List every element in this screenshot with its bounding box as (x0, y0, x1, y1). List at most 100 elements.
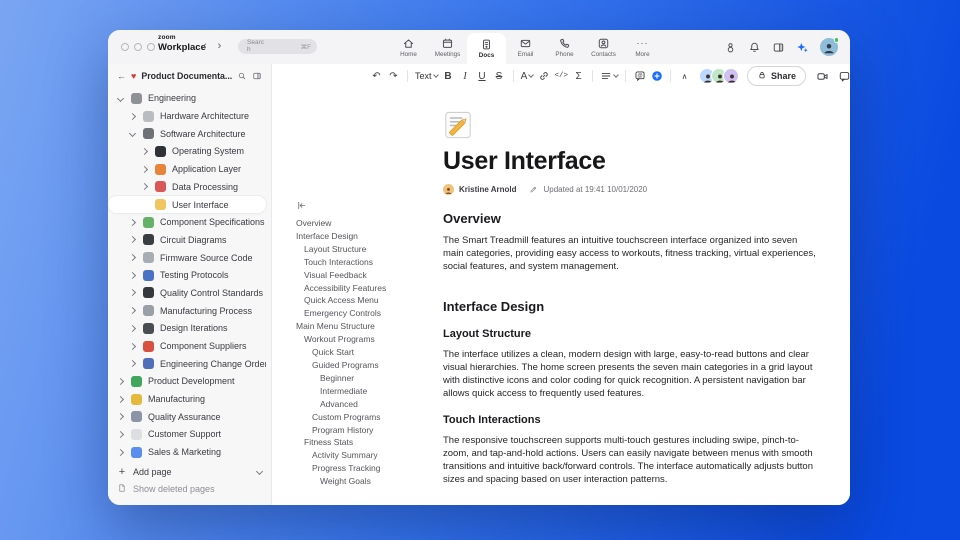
window-control-close[interactable] (121, 43, 129, 51)
equation-button[interactable]: Σ (570, 68, 587, 85)
tab-docs[interactable]: Docs (467, 33, 506, 64)
outline-item-accessibility-features[interactable]: Accessibility Features (296, 282, 446, 295)
outline-item-quick-access-menu[interactable]: Quick Access Menu (296, 294, 446, 307)
sidebar-item-engineering[interactable]: Engineering (108, 90, 266, 108)
collaborator-avatar-3[interactable] (723, 68, 740, 84)
tab-more[interactable]: ··· More (623, 30, 662, 64)
sidebar-search-icon[interactable] (237, 71, 247, 81)
tab-meetings[interactable]: Meetings (428, 30, 467, 64)
outline-item-main-menu-structure[interactable]: Main Menu Structure (296, 320, 446, 333)
sidebar-item-component-specifications[interactable]: Component Specifications (108, 213, 266, 231)
chevron-icon[interactable] (116, 413, 125, 421)
sidebar-back-icon[interactable]: ← (117, 71, 126, 81)
sidebar-panel-icon[interactable] (252, 71, 262, 81)
show-deleted-pages-button[interactable]: Show deleted pages (117, 480, 262, 497)
chevron-icon[interactable] (128, 218, 137, 226)
chevron-icon[interactable] (128, 130, 137, 138)
chevron-icon[interactable] (128, 324, 137, 332)
outline-item-progress-tracking[interactable]: Progress Tracking (296, 462, 446, 475)
sidebar-item-circuit-diagrams[interactable]: Circuit Diagrams (108, 231, 266, 249)
outline-item-fitness-stats[interactable]: Fitness Stats (296, 436, 446, 449)
chevron-icon[interactable] (128, 112, 137, 120)
chevron-icon[interactable] (128, 271, 137, 279)
strikethrough-button[interactable]: S (491, 68, 508, 85)
chevron-icon[interactable] (140, 165, 149, 173)
outline-item-intermediate[interactable]: Intermediate (296, 385, 446, 398)
sparkle-icon[interactable] (796, 41, 809, 54)
list-button[interactable] (598, 68, 620, 85)
sidebar-item-quality-assurance[interactable]: Quality Assurance (108, 408, 266, 426)
bold-button[interactable]: B (440, 68, 457, 85)
doc-heading-interface-design[interactable]: Interface Design (443, 299, 820, 314)
doc-heading-overview[interactable]: Overview (443, 211, 820, 226)
text-style-button[interactable]: Text (413, 68, 440, 85)
sidebar-item-software-architecture[interactable]: Software Architecture (108, 125, 266, 143)
chevron-icon[interactable] (116, 430, 125, 439)
chevron-icon[interactable] (140, 147, 149, 156)
chevron-icon[interactable] (128, 236, 137, 244)
outline-item-emergency-controls[interactable]: Emergency Controls (296, 307, 446, 320)
outline-item-custom-programs[interactable]: Custom Programs (296, 411, 446, 424)
tab-contacts[interactable]: Contacts (584, 30, 623, 64)
sidebar-item-product-development[interactable]: Product Development (108, 373, 266, 391)
sidebar-item-component-suppliers[interactable]: Component Suppliers (108, 337, 266, 355)
doc-paragraph[interactable]: The Smart Treadmill features an intuitiv… (443, 234, 820, 273)
underline-button[interactable]: U (474, 68, 491, 85)
outline-item-activity-summary[interactable]: Activity Summary (296, 449, 446, 462)
chevron-icon[interactable] (128, 360, 137, 368)
sidebar-item-quality-control-standards[interactable]: Quality Control Standards (108, 284, 266, 302)
sidebar-item-application-layer[interactable]: Application Layer (108, 160, 266, 178)
history-icon[interactable] (724, 41, 737, 54)
comment-button[interactable]: @ (631, 68, 648, 85)
chevron-icon[interactable] (116, 448, 125, 456)
sidebar-item-user-interface[interactable]: User Interface (108, 195, 266, 214)
outline-item-beginner[interactable]: Beginner (296, 372, 446, 385)
outline-item-workout-programs[interactable]: Workout Programs (296, 333, 446, 346)
sidebar-item-design-iterations[interactable]: Design Iterations (108, 320, 266, 338)
outline-item-layout-structure[interactable]: Layout Structure (296, 243, 446, 256)
tab-home[interactable]: Home (389, 30, 428, 64)
chat-icon[interactable] (838, 70, 850, 83)
sidebar-item-engineering-change-orders[interactable]: Engineering Change Orders (108, 355, 266, 373)
outline-item-touch-interactions[interactable]: Touch Interactions (296, 256, 446, 269)
sidebar-item-manufacturing[interactable]: Manufacturing (108, 390, 266, 408)
chevron-icon[interactable] (128, 307, 137, 315)
sidebar-item-operating-system[interactable]: Operating System (108, 143, 266, 161)
sidebar-item-customer-support[interactable]: Customer Support (108, 426, 266, 444)
outline-item-guided-programs[interactable]: Guided Programs (296, 359, 446, 372)
text-color-button[interactable]: A (519, 68, 536, 85)
window-control-maximize[interactable] (147, 43, 155, 51)
chevron-icon[interactable] (116, 94, 125, 102)
page-title[interactable]: User Interface (443, 148, 820, 174)
panel-icon[interactable] (772, 41, 785, 54)
chevron-icon[interactable] (128, 289, 137, 297)
chevron-icon[interactable] (128, 342, 137, 350)
sidebar-item-firmware-source-code[interactable]: Firmware Source Code (108, 249, 266, 267)
camera-icon[interactable] (816, 70, 829, 83)
code-button[interactable]: </> (553, 68, 571, 85)
redo-button[interactable]: ↷ (385, 68, 402, 85)
sidebar-item-testing-protocols[interactable]: Testing Protocols (108, 266, 266, 284)
chevron-icon[interactable] (140, 183, 149, 191)
outline-item-weight-goals[interactable]: Weight Goals (296, 475, 446, 488)
window-control-minimize[interactable] (134, 43, 142, 51)
outline-item-advanced[interactable]: Advanced (296, 398, 446, 411)
undo-button[interactable]: ↶ (368, 68, 385, 85)
chevron-icon[interactable] (128, 254, 137, 262)
italic-button[interactable]: I (457, 68, 474, 85)
sidebar-item-hardware-architecture[interactable]: Hardware Architecture (108, 107, 266, 125)
ai-insert-button[interactable] (648, 68, 665, 85)
chevron-down-icon[interactable] (255, 467, 264, 476)
outline-item-visual-feedback[interactable]: Visual Feedback (296, 269, 446, 282)
document-content[interactable]: User Interface Kristine Arnold Updated a… (443, 88, 820, 486)
outline-item-program-history[interactable]: Program History (296, 424, 446, 437)
tab-phone[interactable]: Phone (545, 30, 584, 64)
user-avatar[interactable] (820, 37, 839, 56)
tab-email[interactable]: Email (506, 30, 545, 64)
chevron-icon[interactable] (116, 395, 125, 403)
sidebar-item-manufacturing-process[interactable]: Manufacturing Process (108, 302, 266, 320)
outline-item-overview[interactable]: Overview (296, 217, 446, 230)
memo-icon[interactable] (443, 110, 473, 140)
nav-back-icon[interactable]: ‹ (203, 38, 207, 55)
share-button[interactable]: Share (747, 66, 807, 86)
